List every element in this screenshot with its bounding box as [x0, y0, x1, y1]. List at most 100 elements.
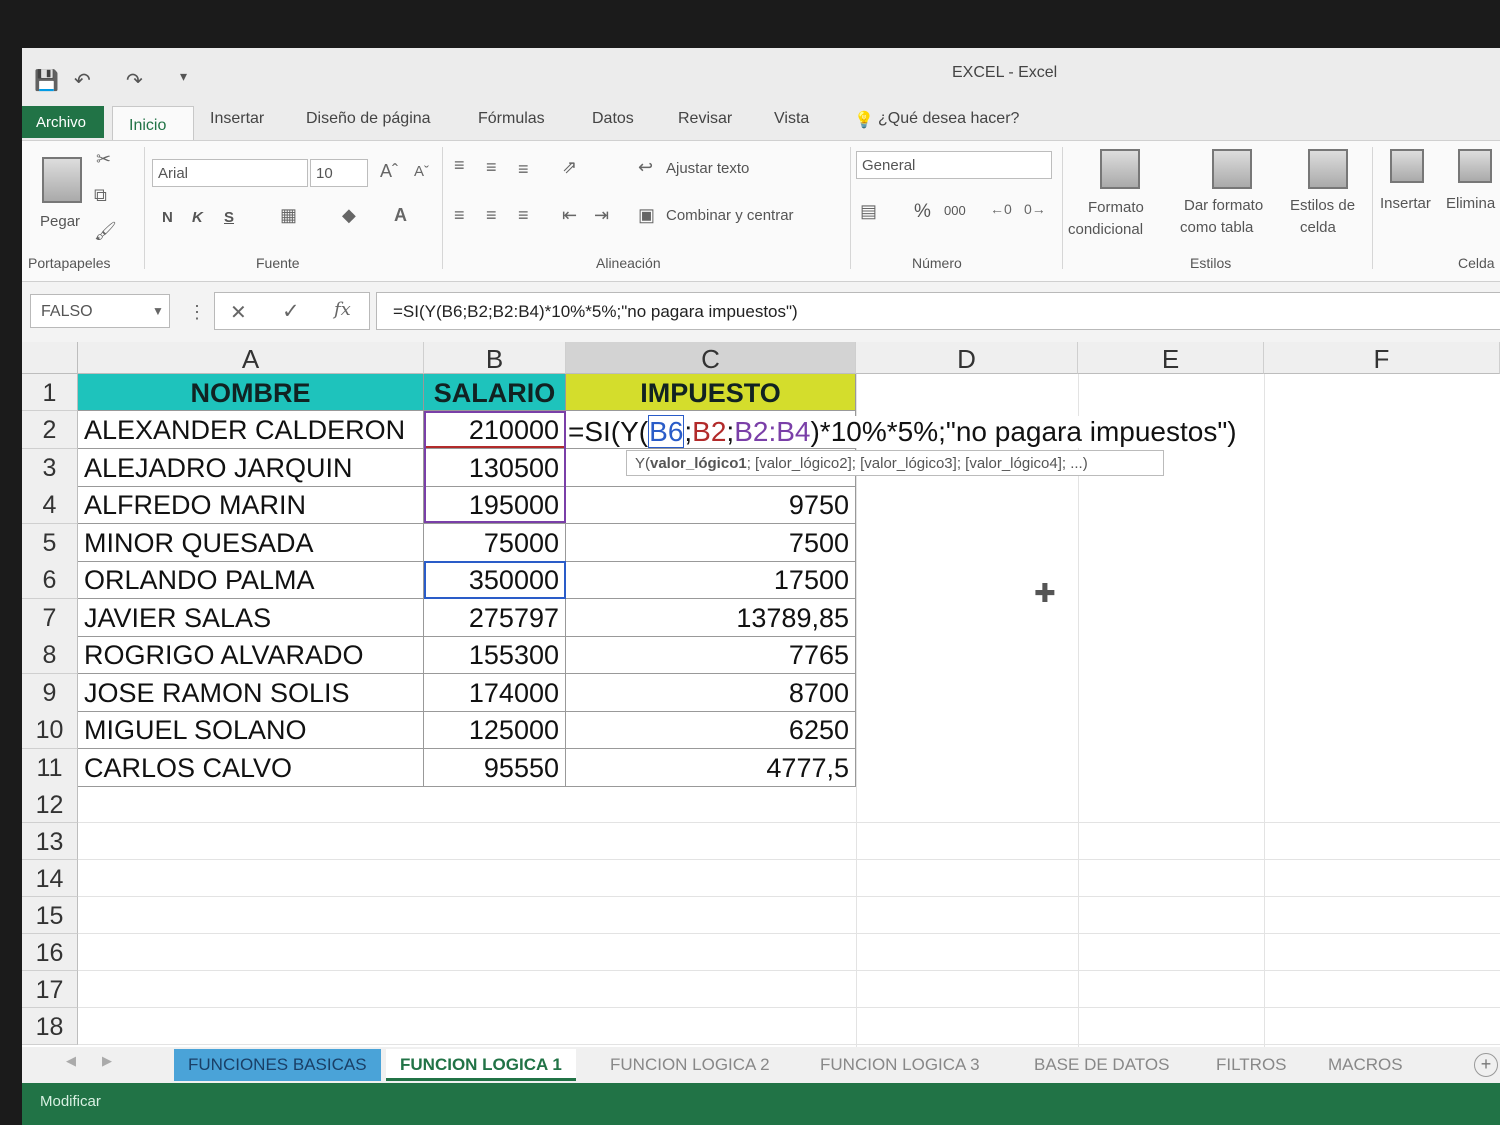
tab-archivo[interactable]: Archivo: [22, 106, 104, 138]
number-format-select[interactable]: General: [856, 151, 1052, 179]
align-right-icon[interactable]: ≡: [518, 205, 529, 226]
cell-name[interactable]: MIGUEL SOLANO: [78, 711, 424, 749]
cell-tax[interactable]: 13789,85: [566, 599, 856, 637]
cell-name[interactable]: ORLANDO PALMA: [78, 561, 424, 599]
insert-cells-icon[interactable]: [1390, 149, 1424, 183]
align-bottom-icon[interactable]: ≡: [518, 159, 529, 180]
underline-button[interactable]: S: [224, 209, 234, 226]
insert-cells-button[interactable]: Insertar: [1380, 195, 1431, 212]
row-header[interactable]: 9: [22, 674, 78, 712]
row-header[interactable]: 15: [22, 897, 78, 934]
column-header-c[interactable]: C: [566, 342, 856, 374]
column-header-d[interactable]: D: [856, 342, 1078, 374]
undo-icon[interactable]: ↶: [74, 68, 91, 93]
sheet-tab-filtros[interactable]: FILTROS: [1202, 1049, 1301, 1081]
row-header[interactable]: 17: [22, 971, 78, 1008]
cell-tax[interactable]: 4777,5: [566, 749, 856, 787]
cell-styles-button[interactable]: Estilos de: [1290, 197, 1355, 214]
cell-c2-editor[interactable]: =SI(Y(B6;B2;B2:B4)*10%*5%;"no pagara imp…: [568, 415, 1237, 448]
sheet-tab-base-de-datos[interactable]: BASE DE DATOS: [1020, 1049, 1183, 1081]
customize-qat-icon[interactable]: ▾: [180, 68, 187, 85]
cell-tax[interactable]: 17500: [566, 561, 856, 599]
sheet-tab-funcion-logica-2[interactable]: FUNCION LOGICA 2: [596, 1049, 784, 1081]
save-icon[interactable]: 💾: [34, 68, 59, 93]
column-header-f[interactable]: F: [1264, 342, 1500, 374]
cell-tax[interactable]: 6250: [566, 711, 856, 749]
tab-formulas[interactable]: Fórmulas: [478, 110, 545, 128]
cell-name[interactable]: MINOR QUESADA: [78, 524, 424, 562]
row-header[interactable]: 2: [22, 411, 78, 449]
row-header-1[interactable]: 1: [22, 374, 78, 411]
bold-button[interactable]: N: [162, 209, 173, 226]
cell-tax[interactable]: 8700: [566, 674, 856, 712]
decrease-indent-icon[interactable]: ⇤: [562, 205, 577, 226]
conditional-format-button[interactable]: Formato: [1088, 199, 1144, 216]
worksheet-grid[interactable]: A B C D E F 1 NOMBRE SALARIO IMPUESTO 2A…: [22, 342, 1500, 1047]
tab-insertar[interactable]: Insertar: [210, 110, 264, 128]
tab-diseno-pagina[interactable]: Diseño de página: [306, 110, 431, 128]
tab-inicio[interactable]: Inicio: [112, 106, 194, 142]
merge-center-button[interactable]: Combinar y centrar: [666, 207, 794, 224]
currency-icon[interactable]: ▤: [860, 201, 877, 222]
select-all-corner[interactable]: [22, 342, 78, 374]
column-header-a[interactable]: A: [78, 342, 424, 374]
row-header[interactable]: 16: [22, 934, 78, 971]
column-header-b[interactable]: B: [424, 342, 566, 374]
italic-button[interactable]: K: [192, 209, 203, 226]
cancel-icon[interactable]: ✕: [230, 300, 247, 325]
row-header[interactable]: 8: [22, 636, 78, 674]
row-header[interactable]: 5: [22, 524, 78, 562]
font-color-icon[interactable]: A: [394, 205, 407, 226]
cell-name[interactable]: ALEXANDER CALDERON: [78, 411, 424, 449]
sheet-tab-funcion-logica-1[interactable]: FUNCION LOGICA 1: [386, 1049, 576, 1081]
align-top-icon[interactable]: ≡: [454, 155, 465, 176]
insert-function-icon[interactable]: fx: [334, 299, 351, 320]
row-header[interactable]: 4: [22, 486, 78, 524]
cell-salary[interactable]: 155300: [424, 636, 566, 674]
cell-salary[interactable]: 174000: [424, 674, 566, 712]
cell-name[interactable]: ALFREDO MARIN: [78, 486, 424, 524]
conditional-format-icon[interactable]: [1100, 149, 1140, 189]
wrap-text-icon[interactable]: ↩: [638, 157, 653, 178]
add-sheet-button[interactable]: +: [1474, 1053, 1498, 1077]
wrap-text-button[interactable]: Ajustar texto: [666, 160, 749, 177]
increase-font-icon[interactable]: Aˆ: [380, 161, 398, 182]
cell-tax[interactable]: 9750: [566, 486, 856, 524]
sheet-tab-funcion-logica-3[interactable]: FUNCION LOGICA 3: [806, 1049, 994, 1081]
cell-tax[interactable]: 7765: [566, 636, 856, 674]
cell-salary[interactable]: 75000: [424, 524, 566, 562]
delete-cells-button[interactable]: Elimina: [1446, 195, 1495, 212]
cell-name[interactable]: ALEJADRO JARQUIN: [78, 449, 424, 487]
format-as-table-button[interactable]: Dar formato: [1184, 197, 1263, 214]
row-header[interactable]: 12: [22, 786, 78, 823]
increase-indent-icon[interactable]: ⇥: [594, 205, 609, 226]
sheet-tab-macros[interactable]: MACROS: [1314, 1049, 1417, 1081]
row-header[interactable]: 11: [22, 749, 78, 787]
decrease-font-icon[interactable]: Aˇ: [414, 163, 429, 180]
font-size-select[interactable]: 10: [310, 159, 368, 187]
cell-salary[interactable]: 125000: [424, 711, 566, 749]
increase-decimal-icon[interactable]: ←0: [990, 201, 1012, 217]
align-middle-icon[interactable]: ≡: [486, 157, 497, 178]
percent-button[interactable]: %: [914, 201, 931, 223]
enter-icon[interactable]: ✓: [282, 299, 300, 324]
format-as-table-icon[interactable]: [1212, 149, 1252, 189]
row-header[interactable]: 7: [22, 599, 78, 637]
thousands-button[interactable]: 000: [944, 203, 966, 218]
tab-vista[interactable]: Vista: [774, 110, 809, 128]
cell-name[interactable]: ROGRIGO ALVARADO: [78, 636, 424, 674]
cell-name[interactable]: CARLOS CALVO: [78, 749, 424, 787]
column-header-e[interactable]: E: [1078, 342, 1264, 374]
name-box-dropdown-icon[interactable]: ▼: [152, 304, 164, 318]
next-sheet-icon[interactable]: ▶: [102, 1053, 112, 1069]
fill-color-icon[interactable]: ◆: [342, 205, 356, 226]
cell-tax[interactable]: 7500: [566, 524, 856, 562]
borders-icon[interactable]: ▦: [280, 205, 297, 226]
orientation-icon[interactable]: ⇗: [562, 157, 577, 178]
tab-datos[interactable]: Datos: [592, 110, 634, 128]
decrease-decimal-icon[interactable]: 0→: [1024, 201, 1046, 217]
row-header[interactable]: 10: [22, 711, 78, 749]
cut-icon[interactable]: ✂: [96, 149, 111, 170]
align-center-icon[interactable]: ≡: [486, 205, 497, 226]
tell-me-search[interactable]: ¿Qué desea hacer?: [878, 110, 1019, 128]
